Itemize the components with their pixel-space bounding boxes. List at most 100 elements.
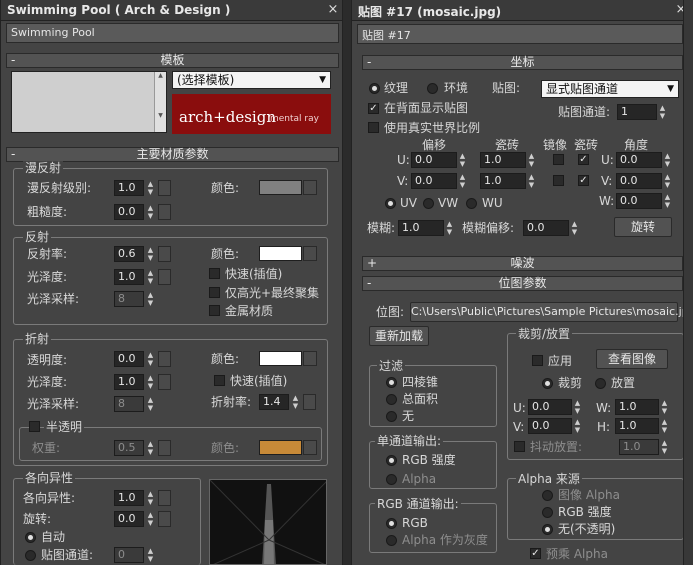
show-back-checkbox[interactable]: ✓: [368, 103, 379, 114]
refl-glossiness-spinner[interactable]: 1.0: [114, 269, 144, 285]
pyramid-radio[interactable]: [386, 377, 397, 388]
refl-samples-spinner[interactable]: 8: [114, 291, 144, 307]
transparency-map-button[interactable]: [158, 351, 171, 367]
v-mirror-checkbox[interactable]: [553, 175, 564, 186]
metal-checkbox[interactable]: [209, 305, 220, 316]
apply-checkbox[interactable]: [532, 355, 543, 366]
rotate-button[interactable]: 旋转: [614, 217, 672, 237]
rotation-map-button[interactable]: [158, 511, 171, 527]
environ-radio[interactable]: [427, 83, 438, 94]
close-icon[interactable]: ×: [326, 3, 340, 17]
spinner-arrows-icon[interactable]: ▲ ▼: [146, 511, 155, 527]
weight-map-button[interactable]: [158, 440, 171, 456]
coordinates-rollout-header[interactable]: - 坐标: [362, 55, 683, 70]
reflectivity-spinner[interactable]: 0.6: [114, 246, 144, 262]
roughness-spinner[interactable]: 0.0: [114, 204, 144, 220]
ior-map-button[interactable]: [303, 394, 316, 410]
u-offset-spinner[interactable]: 0.0: [411, 152, 457, 168]
alpha-rgb-intensity-radio[interactable]: [542, 507, 553, 518]
crop-radio[interactable]: [542, 378, 553, 389]
map-name-field[interactable]: 贴图 #17: [357, 24, 683, 44]
map-channel-radio[interactable]: [25, 550, 36, 561]
mono-rgb-intensity-radio[interactable]: [386, 455, 397, 466]
place-radio[interactable]: [595, 378, 606, 389]
diffuse-level-spinner[interactable]: 1.0: [114, 180, 144, 196]
bitmap-path-button[interactable]: C:\Users\Public\Pictures\Sample Pictures…: [410, 302, 693, 322]
refr-samples-spinner[interactable]: 8: [114, 396, 144, 412]
spinner-arrows-icon[interactable]: ▲ ▼: [146, 180, 155, 196]
main-params-rollout-header[interactable]: - 主要材质参数: [6, 147, 339, 162]
template-dropdown[interactable]: (选择模板) ▼: [172, 71, 331, 89]
roughness-map-button[interactable]: [158, 204, 171, 220]
map-channel-spinner[interactable]: 1: [617, 104, 657, 120]
reflection-color-map-button[interactable]: [303, 246, 317, 261]
highlights-fg-checkbox[interactable]: [209, 287, 220, 298]
h-crop-spinner[interactable]: 1.0: [615, 418, 659, 434]
anisotropy-map-button[interactable]: [158, 490, 171, 506]
wu-radio[interactable]: [466, 198, 477, 209]
spinner-arrows-icon[interactable]: ▲ ▼: [458, 173, 467, 189]
refr-fast-interp-checkbox[interactable]: [214, 375, 225, 386]
refr-glossiness-map-button[interactable]: [158, 374, 171, 390]
spinner-arrows-icon[interactable]: ▲ ▼: [146, 440, 155, 456]
premult-checkbox[interactable]: ✓: [530, 548, 541, 559]
vw-radio[interactable]: [423, 198, 434, 209]
spinner-arrows-icon[interactable]: ▲ ▼: [660, 418, 669, 434]
spinner-arrows-icon[interactable]: ▲ ▼: [660, 439, 669, 455]
spinner-arrows-icon[interactable]: ▲ ▼: [573, 418, 582, 434]
reflection-color-swatch[interactable]: [259, 246, 302, 261]
auto-radio[interactable]: [25, 532, 36, 543]
spinner-arrows-icon[interactable]: ▲ ▼: [527, 173, 536, 189]
anisotropy-spinner[interactable]: 1.0: [114, 490, 144, 506]
translucency-color-swatch[interactable]: [259, 440, 302, 455]
refl-fast-interp-checkbox[interactable]: [209, 268, 220, 279]
spinner-arrows-icon[interactable]: ▲ ▼: [146, 396, 155, 412]
sat-radio[interactable]: [386, 394, 397, 405]
refl-glossiness-map-button[interactable]: [158, 269, 171, 285]
spinner-arrows-icon[interactable]: ▲ ▼: [573, 399, 582, 415]
no-filter-radio[interactable]: [386, 411, 397, 422]
panel-scrollbar[interactable]: [683, 0, 693, 565]
spinner-arrows-icon[interactable]: ▲ ▼: [658, 104, 667, 120]
alpha-gray-radio[interactable]: [386, 535, 397, 546]
weight-spinner[interactable]: 0.5: [114, 440, 144, 456]
rgb-radio[interactable]: [386, 518, 397, 529]
spinner-arrows-icon[interactable]: ▲ ▼: [458, 152, 467, 168]
refraction-color-swatch[interactable]: [259, 351, 302, 366]
aniso-map-channel-spinner[interactable]: 0: [114, 547, 144, 563]
uv-radio[interactable]: [385, 198, 396, 209]
v-tile-checkbox[interactable]: ✓: [578, 175, 589, 186]
u-tile-checkbox[interactable]: ✓: [578, 154, 589, 165]
spinner-arrows-icon[interactable]: ▲ ▼: [291, 394, 300, 410]
real-world-checkbox[interactable]: [368, 122, 379, 133]
view-image-button[interactable]: 查看图像: [596, 349, 668, 369]
diffuse-color-map-button[interactable]: [303, 180, 317, 195]
diffuse-color-swatch[interactable]: [259, 180, 302, 195]
diffuse-level-map-button[interactable]: [158, 180, 171, 196]
v-angle-spinner[interactable]: 0.0: [616, 173, 662, 189]
jitter-spinner[interactable]: 1.0: [619, 439, 659, 455]
image-alpha-radio[interactable]: [542, 490, 553, 501]
template-rollout-header[interactable]: - 模板: [6, 53, 339, 68]
v-crop-spinner[interactable]: 0.0: [528, 418, 572, 434]
u-mirror-checkbox[interactable]: [553, 154, 564, 165]
refraction-color-map-button[interactable]: [303, 351, 317, 366]
blur-spinner[interactable]: 1.0: [398, 220, 444, 236]
u-crop-spinner[interactable]: 0.0: [528, 399, 572, 415]
spinner-arrows-icon[interactable]: ▲ ▼: [663, 193, 672, 209]
blur-offset-spinner[interactable]: 0.0: [523, 220, 569, 236]
spinner-arrows-icon[interactable]: ▲ ▼: [146, 291, 155, 307]
reflectivity-map-button[interactable]: [158, 246, 171, 262]
spinner-arrows-icon[interactable]: ▲ ▼: [146, 246, 155, 262]
w-crop-spinner[interactable]: 1.0: [615, 399, 659, 415]
spinner-arrows-icon[interactable]: ▲ ▼: [527, 152, 536, 168]
spinner-arrows-icon[interactable]: ▲ ▼: [146, 351, 155, 367]
noise-rollout-header[interactable]: + 噪波: [362, 256, 683, 271]
ior-spinner[interactable]: 1.4: [259, 394, 289, 410]
texture-radio[interactable]: [369, 83, 380, 94]
template-scroll[interactable]: ▲ ▼: [154, 72, 166, 132]
reload-button[interactable]: 重新加载: [369, 326, 429, 346]
map-type-dropdown[interactable]: 显式贴图通道 ▼: [541, 80, 679, 98]
v-offset-spinner[interactable]: 0.0: [411, 173, 457, 189]
spinner-arrows-icon[interactable]: ▲ ▼: [146, 547, 155, 563]
